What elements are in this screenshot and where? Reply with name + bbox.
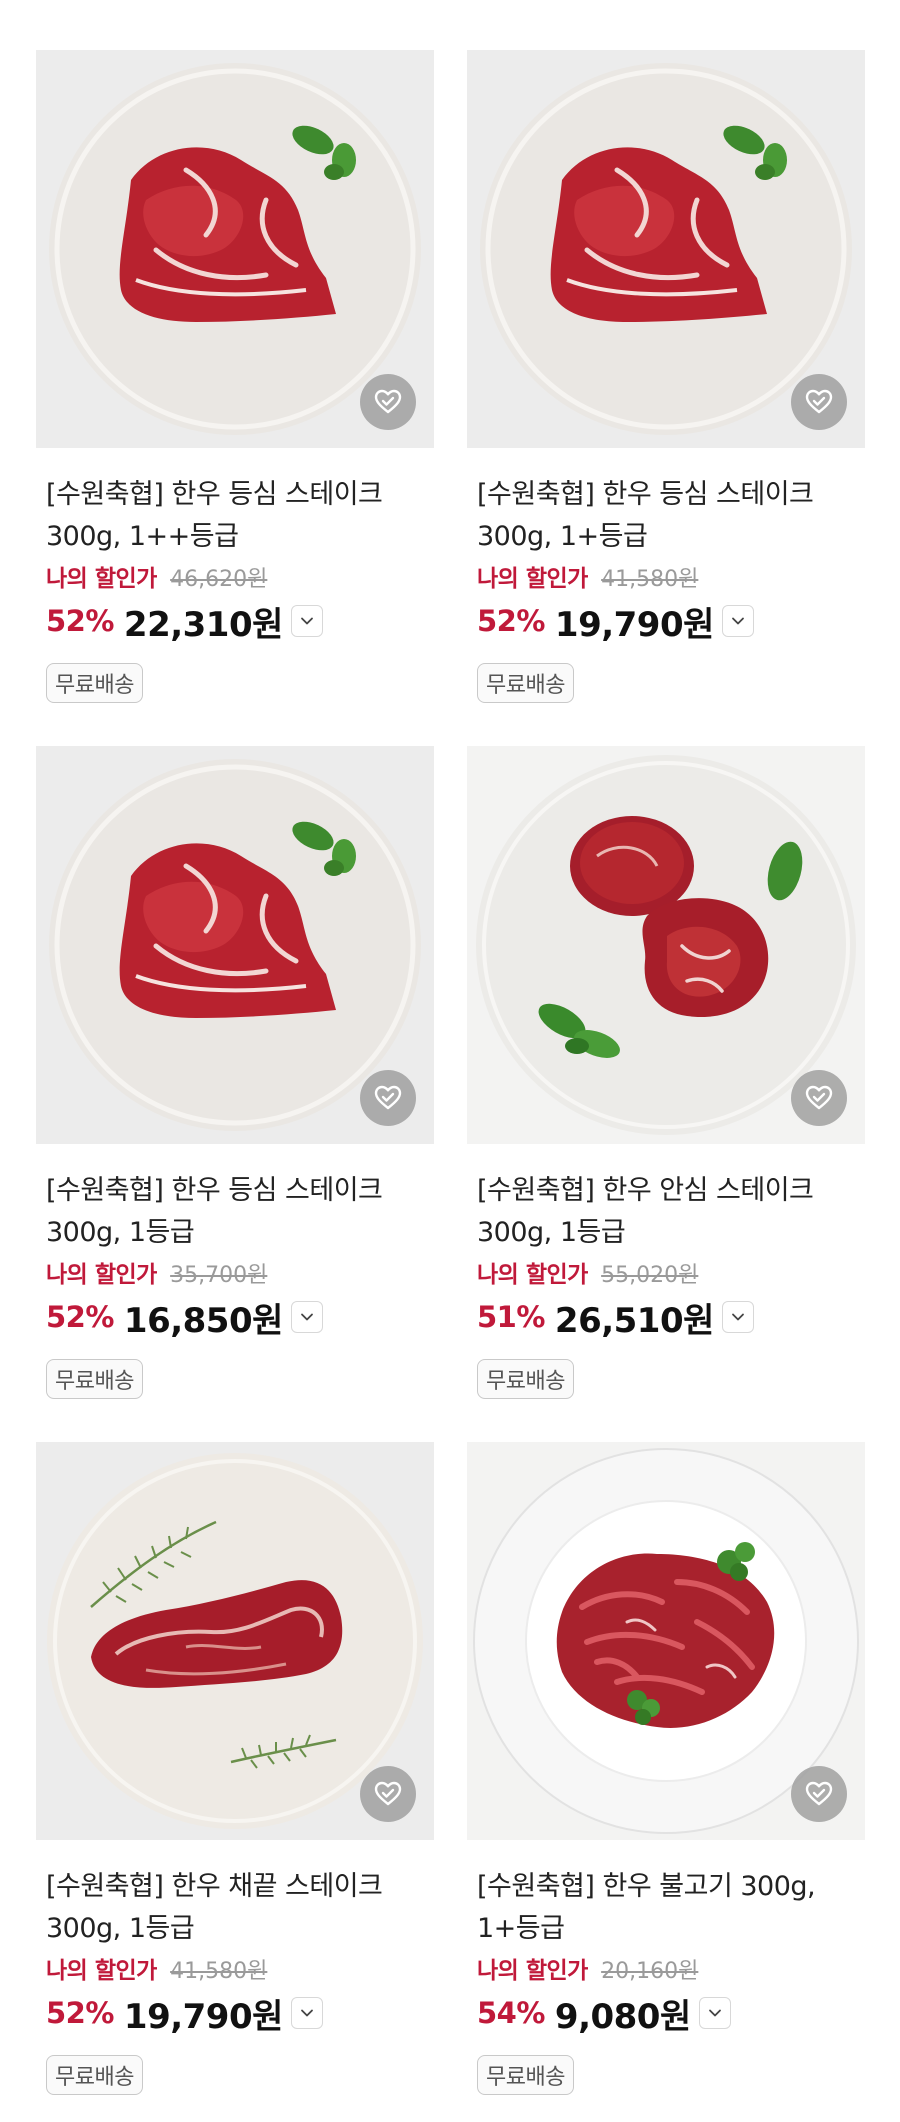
heart-check-icon [805,389,833,414]
discount-percent: 54% [477,1996,545,2030]
heart-check-icon [374,389,402,414]
original-price: 46,620원 [170,567,268,592]
price-detail-toggle[interactable] [721,605,754,637]
discount-label: 나의 할인가 [46,1958,157,1984]
wishlist-button[interactable] [360,1766,416,1822]
price-detail-toggle[interactable] [290,1301,323,1333]
chevron-down-icon [732,617,744,625]
price-line: 52% 16,850원 [36,1293,434,1341]
sale-price: 26,510원 [554,1300,714,1341]
wishlist-button[interactable] [791,1766,847,1822]
product-title[interactable]: [수원축협] 한우 등심 스테이크 300g, 1등급 [36,1170,434,1254]
product-image[interactable] [467,1442,865,1840]
original-price: 55,020원 [601,1263,699,1288]
discount-label: 나의 할인가 [477,1262,588,1288]
discount-line: 나의 할인가 41,580원 [467,562,865,597]
chevron-down-icon [708,2009,721,2017]
original-price: 20,160원 [601,1959,699,1984]
discount-percent: 52% [46,1300,114,1334]
product-title[interactable]: [수원축협] 한우 등심 스테이크 300g, 1+등급 [467,474,865,558]
price-detail-toggle[interactable] [721,1301,754,1333]
wishlist-button[interactable] [360,374,416,430]
discount-label: 나의 할인가 [46,566,157,592]
product-card[interactable]: [수원축협] 한우 불고기 300g, 1+등급 나의 할인가 20,160원 … [467,1442,865,2112]
product-title[interactable]: [수원축협] 한우 채끝 스테이크 300g, 1등급 [36,1866,434,1950]
chevron-down-icon [301,1313,313,1321]
product-card[interactable]: [수원축협] 한우 채끝 스테이크 300g, 1등급 나의 할인가 41,58… [36,1442,434,2112]
heart-check-icon [805,1781,833,1806]
discount-label: 나의 할인가 [477,566,588,592]
heart-check-icon [805,1085,833,1110]
price-line: 52% 19,790원 [36,1989,434,2037]
discount-label: 나의 할인가 [477,1958,588,1984]
wishlist-button[interactable] [791,374,847,430]
product-image[interactable] [467,746,865,1144]
sale-price: 19,790원 [554,604,714,645]
price-line: 54% 9,080원 [467,1989,865,2037]
product-grid: [수원축협] 한우 등심 스테이크 300g, 1++등급 나의 할인가 46,… [0,0,900,2122]
sale-price: 19,790원 [123,1996,283,2037]
chevron-down-icon [301,2009,313,2017]
product-image[interactable] [36,746,434,1144]
product-card[interactable]: [수원축협] 한우 등심 스테이크 300g, 1+등급 나의 할인가 41,5… [467,50,865,720]
heart-check-icon [374,1781,402,1806]
price-line: 52% 22,310원 [36,597,434,645]
discount-percent: 52% [46,604,114,638]
sale-price: 22,310원 [123,604,283,645]
product-card[interactable]: [수원축협] 한우 등심 스테이크 300g, 1등급 나의 할인가 35,70… [36,746,434,1416]
discount-percent: 51% [477,1300,545,1334]
price-detail-toggle[interactable] [290,1997,323,2029]
heart-check-icon [374,1085,402,1110]
discount-line: 나의 할인가 41,580원 [36,1954,434,1989]
product-image[interactable] [36,50,434,448]
discount-percent: 52% [477,604,545,638]
product-card[interactable]: [수원축협] 한우 안심 스테이크 300g, 1등급 나의 할인가 55,02… [467,746,865,1416]
free-shipping-badge: 무료배송 [46,2055,143,2095]
chevron-down-icon [732,1313,744,1321]
wishlist-button[interactable] [360,1070,416,1126]
price-detail-toggle[interactable] [698,1997,731,2029]
chevron-down-icon [301,617,313,625]
discount-percent: 52% [46,1996,114,2030]
discount-line: 나의 할인가 55,020원 [467,1258,865,1293]
free-shipping-badge: 무료배송 [46,663,143,703]
sale-price: 9,080원 [554,1996,691,2037]
price-line: 52% 19,790원 [467,597,865,645]
discount-line: 나의 할인가 35,700원 [36,1258,434,1293]
discount-line: 나의 할인가 20,160원 [467,1954,865,1989]
product-title[interactable]: [수원축협] 한우 불고기 300g, 1+등급 [467,1866,865,1950]
product-title[interactable]: [수원축협] 한우 안심 스테이크 300g, 1등급 [467,1170,865,1254]
wishlist-button[interactable] [791,1070,847,1126]
free-shipping-badge: 무료배송 [477,1359,574,1399]
product-image[interactable] [467,50,865,448]
free-shipping-badge: 무료배송 [477,663,574,703]
discount-label: 나의 할인가 [46,1262,157,1288]
product-image[interactable] [36,1442,434,1840]
product-title[interactable]: [수원축협] 한우 등심 스테이크 300g, 1++등급 [36,474,434,558]
price-line: 51% 26,510원 [467,1293,865,1341]
free-shipping-badge: 무료배송 [477,2055,574,2095]
original-price: 41,580원 [170,1959,268,1984]
sale-price: 16,850원 [123,1300,283,1341]
original-price: 41,580원 [601,567,699,592]
discount-line: 나의 할인가 46,620원 [36,562,434,597]
free-shipping-badge: 무료배송 [46,1359,143,1399]
price-detail-toggle[interactable] [290,605,323,637]
product-card[interactable]: [수원축협] 한우 등심 스테이크 300g, 1++등급 나의 할인가 46,… [36,50,434,720]
original-price: 35,700원 [170,1263,268,1288]
